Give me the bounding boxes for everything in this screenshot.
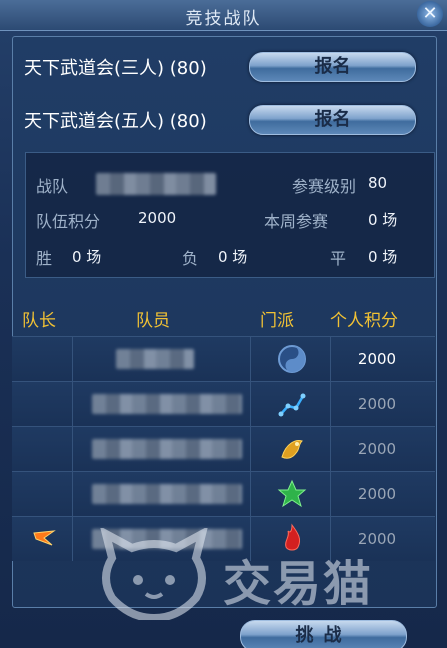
table-row[interactable]: 2000: [12, 381, 435, 426]
team-score-label: 队伍积分: [36, 212, 101, 231]
signup-label-3v3: 天下武道会(三人) (80): [24, 58, 207, 79]
team-arena-window: 竞技战队 ✕ 天下武道会(三人) (80) 报名 天下武道会(五人) (80) …: [0, 0, 447, 648]
member-name-redacted: [92, 394, 242, 414]
signup-label-5v5: 天下武道会(五人) (80): [24, 111, 207, 132]
level-value: 80: [368, 174, 388, 192]
member-name-redacted: [116, 349, 194, 369]
signup-button-5v5[interactable]: 报名: [249, 105, 416, 135]
personal-score: 2000: [357, 440, 397, 458]
member-table-header: 队长 队员 门派 个人积分: [12, 302, 435, 332]
challenge-button[interactable]: 挑战: [240, 620, 407, 648]
table-row[interactable]: 2000: [12, 336, 435, 381]
member-name-redacted: [92, 484, 242, 504]
wins-value: 0 场: [72, 248, 102, 266]
cat-logo-icon: [100, 528, 208, 620]
title-bar: 竞技战队 ✕: [0, 0, 447, 31]
constellation-icon: [278, 393, 306, 417]
level-label: 参赛级别: [292, 177, 357, 196]
team-name-label: 战队: [36, 177, 69, 196]
wins-label: 胜: [36, 249, 53, 268]
team-score-value: 2000: [138, 209, 177, 227]
losses-label: 负: [182, 249, 199, 268]
team-name-redacted: [96, 173, 216, 195]
table-row[interactable]: 2000: [12, 471, 435, 516]
signup-row-3v3: 天下武道会(三人) (80) 报名: [24, 52, 424, 82]
header-member: 队员: [136, 311, 170, 331]
table-row[interactable]: 2000: [12, 426, 435, 471]
personal-score: 2000: [357, 350, 397, 368]
weekly-matches-label: 本周参赛: [264, 212, 329, 231]
captain-flag-icon: [33, 530, 56, 546]
header-personal-score: 个人积分: [330, 311, 398, 331]
yin-yang-icon: [278, 345, 306, 373]
signup-button-3v3[interactable]: 报名: [249, 52, 416, 82]
close-icon[interactable]: ✕: [417, 1, 443, 27]
member-name-redacted: [92, 439, 242, 459]
green-lotus-icon: [277, 479, 307, 508]
personal-score: 2000: [357, 395, 397, 413]
watermark-text: 交易猫: [223, 556, 374, 612]
phoenix-icon: [281, 440, 303, 459]
weekly-matches-value: 0 场: [368, 211, 398, 229]
header-faction: 门派: [260, 311, 294, 331]
watermark: 交易猫: [98, 528, 428, 620]
draws-label: 平: [330, 249, 347, 268]
losses-value: 0 场: [218, 248, 248, 266]
signup-row-5v5: 天下武道会(五人) (80) 报名: [24, 105, 424, 135]
team-info-panel: 战队 参赛级别 80 队伍积分 2000 本周参赛 0 场 胜 0 场 负 0 …: [25, 152, 435, 278]
header-captain: 队长: [22, 311, 56, 331]
window-title: 竞技战队: [185, 9, 262, 29]
draws-value: 0 场: [368, 248, 398, 266]
personal-score: 2000: [357, 485, 397, 503]
